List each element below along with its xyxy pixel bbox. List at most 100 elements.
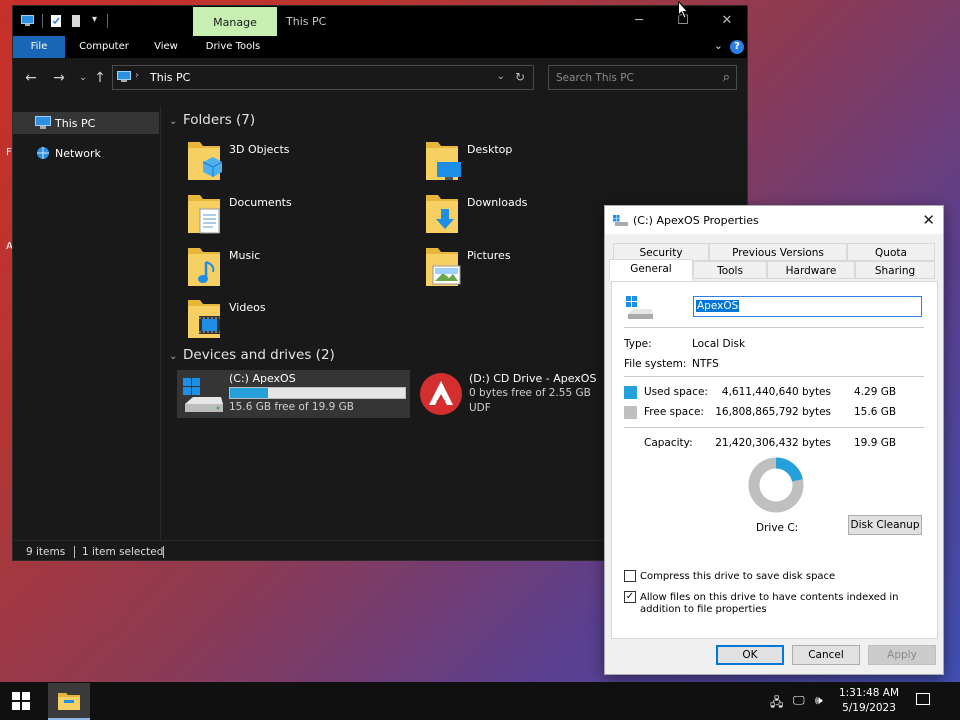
navigation-bar: ← → ⌄ ↑ › This PC ⌄ ↻ Search This PC ⌕ <box>13 58 747 98</box>
dialog-title: (C:) ApexOS Properties <box>633 214 759 227</box>
folder-name: Pictures <box>467 249 511 262</box>
sidebar-item-label: This PC <box>55 117 96 130</box>
folder-3d-objects[interactable]: 3D Objects <box>185 138 405 186</box>
this-pc-icon <box>117 71 131 82</box>
chevron-down-icon[interactable]: ⌄ <box>169 116 183 127</box>
tab-computer[interactable]: Computer <box>73 36 135 58</box>
free-space-label: Free space: <box>644 406 704 418</box>
address-bar[interactable]: › This PC ⌄ ↻ <box>112 65 534 90</box>
capacity-bytes: 21,420,306,432 bytes <box>715 437 831 449</box>
file-system-label: File system: <box>624 358 687 370</box>
mouse-cursor-icon <box>678 1 688 19</box>
window-title: This PC <box>286 15 327 28</box>
recent-locations-icon[interactable]: ⌄ <box>75 70 91 86</box>
taskbar: 🖧 🖵 🕪 1:31:48 AM 5/19/2023 <box>0 682 960 720</box>
drive-usage-fill <box>230 388 268 398</box>
help-icon[interactable]: ? <box>730 40 744 54</box>
dialog-title-bar: (C:) ApexOS Properties ✕ <box>605 206 943 234</box>
expand-ribbon-icon[interactable]: ⌄ <box>714 39 723 52</box>
compress-label: Compress this drive to save disk space <box>640 571 836 582</box>
properties-dialog: (C:) ApexOS Properties ✕ Security Previo… <box>604 205 944 675</box>
tab-file[interactable]: File <box>13 36 65 58</box>
tab-previous-versions[interactable]: Previous Versions <box>709 243 847 261</box>
breadcrumb[interactable]: This PC <box>150 71 190 84</box>
system-clock[interactable]: 1:31:48 AM 5/19/2023 <box>836 686 902 716</box>
apex-cd-drive-icon <box>420 373 462 415</box>
type-label: Type: <box>624 338 652 350</box>
network-tray-icon[interactable]: 🖧 <box>770 693 783 714</box>
tab-tools[interactable]: Tools <box>693 261 767 279</box>
folder-music-icon <box>188 248 220 286</box>
desktop-icon-fragment: F <box>6 147 12 158</box>
folder-desktop[interactable]: Desktop <box>423 138 643 186</box>
navigation-pane: This PC Network <box>13 106 161 540</box>
start-windows-icon[interactable] <box>12 692 30 710</box>
clock-time: 1:31:48 AM <box>838 687 900 699</box>
tab-general[interactable]: General <box>609 259 693 281</box>
chevron-down-icon[interactable]: ⌄ <box>169 351 183 362</box>
folder-name: Videos <box>229 301 266 314</box>
close-icon[interactable]: ✕ <box>922 211 935 229</box>
cancel-button[interactable]: Cancel <box>792 645 860 665</box>
selection-count: 1 item selected <box>82 546 164 558</box>
folder-documents[interactable]: Documents <box>185 191 405 239</box>
file-explorer-icon <box>58 693 80 710</box>
used-space-gb: 4.29 GB <box>854 386 897 398</box>
ribbon-tabs: File Computer View Drive Tools ⌄ ? <box>13 36 747 58</box>
tab-quota[interactable]: Quota <box>847 243 935 261</box>
back-arrow-icon[interactable]: ← <box>23 70 39 86</box>
type-value: Local Disk <box>692 338 746 350</box>
forward-arrow-icon[interactable]: → <box>51 70 67 86</box>
file-system-value: NTFS <box>692 358 719 370</box>
sidebar-item-network[interactable]: Network <box>13 142 159 164</box>
folder-music[interactable]: Music <box>185 244 405 292</box>
ok-button[interactable]: OK <box>716 645 784 665</box>
used-space-bytes: 4,611,440,640 bytes <box>721 386 831 398</box>
notification-center-icon[interactable] <box>916 693 930 705</box>
devices-group-header[interactable]: ⌄ Devices and drives (2) <box>169 347 335 363</box>
apply-button[interactable]: Apply <box>868 645 936 665</box>
manage-tab[interactable]: Manage <box>193 7 277 36</box>
disk-cleanup-button[interactable]: Disk Cleanup <box>848 515 922 535</box>
volume-icon[interactable]: 🕪 <box>815 693 823 708</box>
search-icon: ⌕ <box>722 70 730 85</box>
clock-date: 5/19/2023 <box>842 702 896 714</box>
free-space-bytes: 16,808,865,792 bytes <box>715 406 831 418</box>
close-button[interactable]: ✕ <box>705 9 747 33</box>
drive-c[interactable]: (C:) ApexOS 15.6 GB free of 19.9 GB <box>177 370 410 418</box>
drive-name-input[interactable]: ApexOS <box>693 296 922 317</box>
index-checkbox[interactable]: ✓ <box>624 591 636 603</box>
new-folder-icon[interactable] <box>70 15 83 27</box>
refresh-icon[interactable]: ↻ <box>515 70 525 84</box>
tab-sharing[interactable]: Sharing <box>855 261 935 279</box>
display-tray-icon[interactable]: 🖵 <box>793 693 805 708</box>
folders-group-header[interactable]: ⌄ Folders (7) <box>169 112 255 128</box>
sidebar-item-label: Network <box>55 147 101 160</box>
sidebar-item-this-pc[interactable]: This PC <box>13 112 159 134</box>
item-count: 9 items <box>26 546 66 558</box>
customize-qat-icon[interactable]: ▾ <box>92 14 97 25</box>
breadcrumb-chevron-icon[interactable]: › <box>135 70 139 81</box>
used-space-label: Used space: <box>644 386 708 398</box>
taskbar-explorer-button[interactable] <box>48 683 90 720</box>
drive-label: Drive C: <box>756 522 799 534</box>
free-space-gb: 15.6 GB <box>854 406 897 418</box>
compress-checkbox[interactable] <box>624 570 636 582</box>
drive-filesystem: UDF <box>469 402 491 414</box>
minimize-button[interactable]: ─ <box>617 9 661 33</box>
drive-name: (D:) CD Drive - ApexOS <box>469 372 597 385</box>
search-box[interactable]: Search This PC ⌕ <box>548 65 737 90</box>
drive-free-text: 15.6 GB free of 19.9 GB <box>229 401 354 413</box>
tab-view[interactable]: View <box>143 36 189 58</box>
folder-desktop-icon <box>426 142 461 180</box>
folder-videos[interactable]: Videos <box>185 296 405 344</box>
tab-hardware[interactable]: Hardware <box>767 261 855 279</box>
folder-3d-objects-icon <box>188 142 223 180</box>
network-icon <box>37 147 49 159</box>
address-dropdown-icon[interactable]: ⌄ <box>497 71 505 82</box>
properties-icon[interactable] <box>50 15 63 27</box>
search-input[interactable]: Search This PC <box>556 72 634 84</box>
drive-d[interactable]: (D:) CD Drive - ApexOS 0 bytes free of 2… <box>415 370 605 418</box>
tab-drive-tools[interactable]: Drive Tools <box>197 36 269 58</box>
up-arrow-icon[interactable]: ↑ <box>92 70 108 86</box>
